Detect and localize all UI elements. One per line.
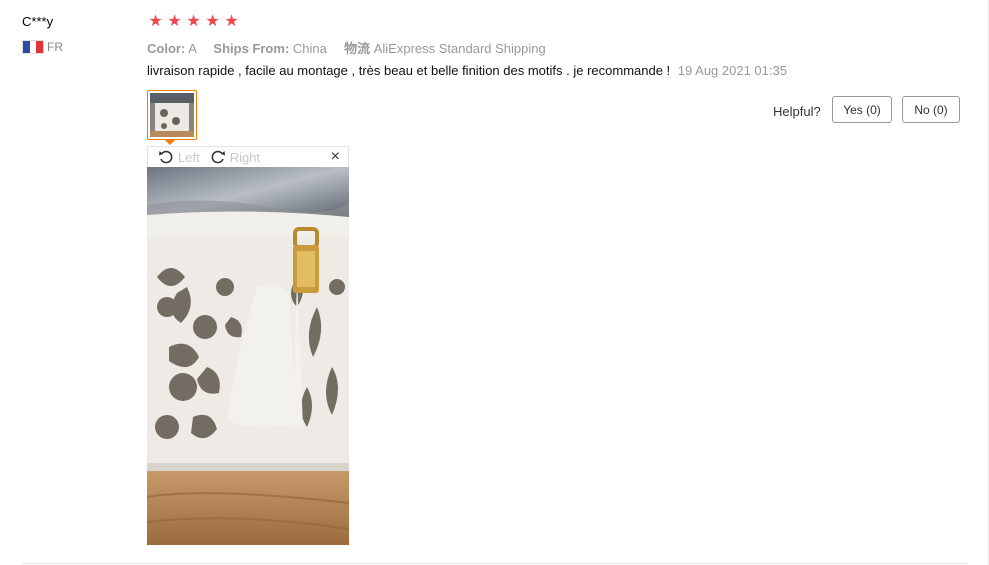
rotate-right-label: Right bbox=[229, 149, 261, 165]
ships-from-key: Ships From: bbox=[213, 41, 290, 56]
star-icon: ★ bbox=[186, 13, 201, 30]
image-viewer-toolbar: Left Right × bbox=[147, 146, 349, 167]
color-key: Color: bbox=[147, 41, 186, 56]
review-date: 19 Aug 2021 01:35 bbox=[677, 63, 787, 78]
helpful-label: Helpful? bbox=[773, 104, 821, 119]
rotate-left-label: Left bbox=[178, 149, 200, 165]
star-icon: ★ bbox=[148, 13, 163, 30]
country-code: FR bbox=[47, 40, 63, 54]
helpful-no-button[interactable]: No (0) bbox=[902, 96, 960, 123]
order-attributes: Color: A Ships From: China 物流 AliExpress… bbox=[147, 38, 546, 57]
review-photo bbox=[147, 167, 349, 545]
close-viewer-icon[interactable]: × bbox=[331, 149, 340, 165]
rotate-right-icon bbox=[211, 150, 225, 164]
review-content: livraison rapide , facile au montage , t… bbox=[147, 63, 787, 78]
star-rating: ★ ★ ★ ★ ★ bbox=[147, 13, 240, 31]
star-icon: ★ bbox=[205, 13, 220, 30]
helpful-yes-button[interactable]: Yes (0) bbox=[832, 96, 892, 123]
star-icon: ★ bbox=[224, 13, 239, 30]
rotate-right-button[interactable]: Right bbox=[210, 149, 260, 165]
logistics-key: 物流 bbox=[344, 41, 371, 56]
review-text: livraison rapide , facile au montage , t… bbox=[147, 63, 671, 78]
thumbnail-pointer bbox=[164, 139, 176, 145]
review-divider bbox=[22, 563, 967, 564]
rotate-left-icon bbox=[159, 150, 173, 164]
color-value: A bbox=[188, 41, 197, 56]
review-image-thumbnail[interactable] bbox=[147, 90, 197, 140]
star-icon: ★ bbox=[167, 13, 182, 30]
france-flag-icon bbox=[22, 40, 44, 54]
ships-from-value: China bbox=[292, 41, 327, 56]
reviewer-name: C***y bbox=[22, 14, 54, 29]
logistics-value: AliExpress Standard Shipping bbox=[373, 41, 546, 56]
rotate-left-button[interactable]: Left bbox=[158, 149, 200, 165]
reviewer-country: FR bbox=[22, 40, 63, 54]
